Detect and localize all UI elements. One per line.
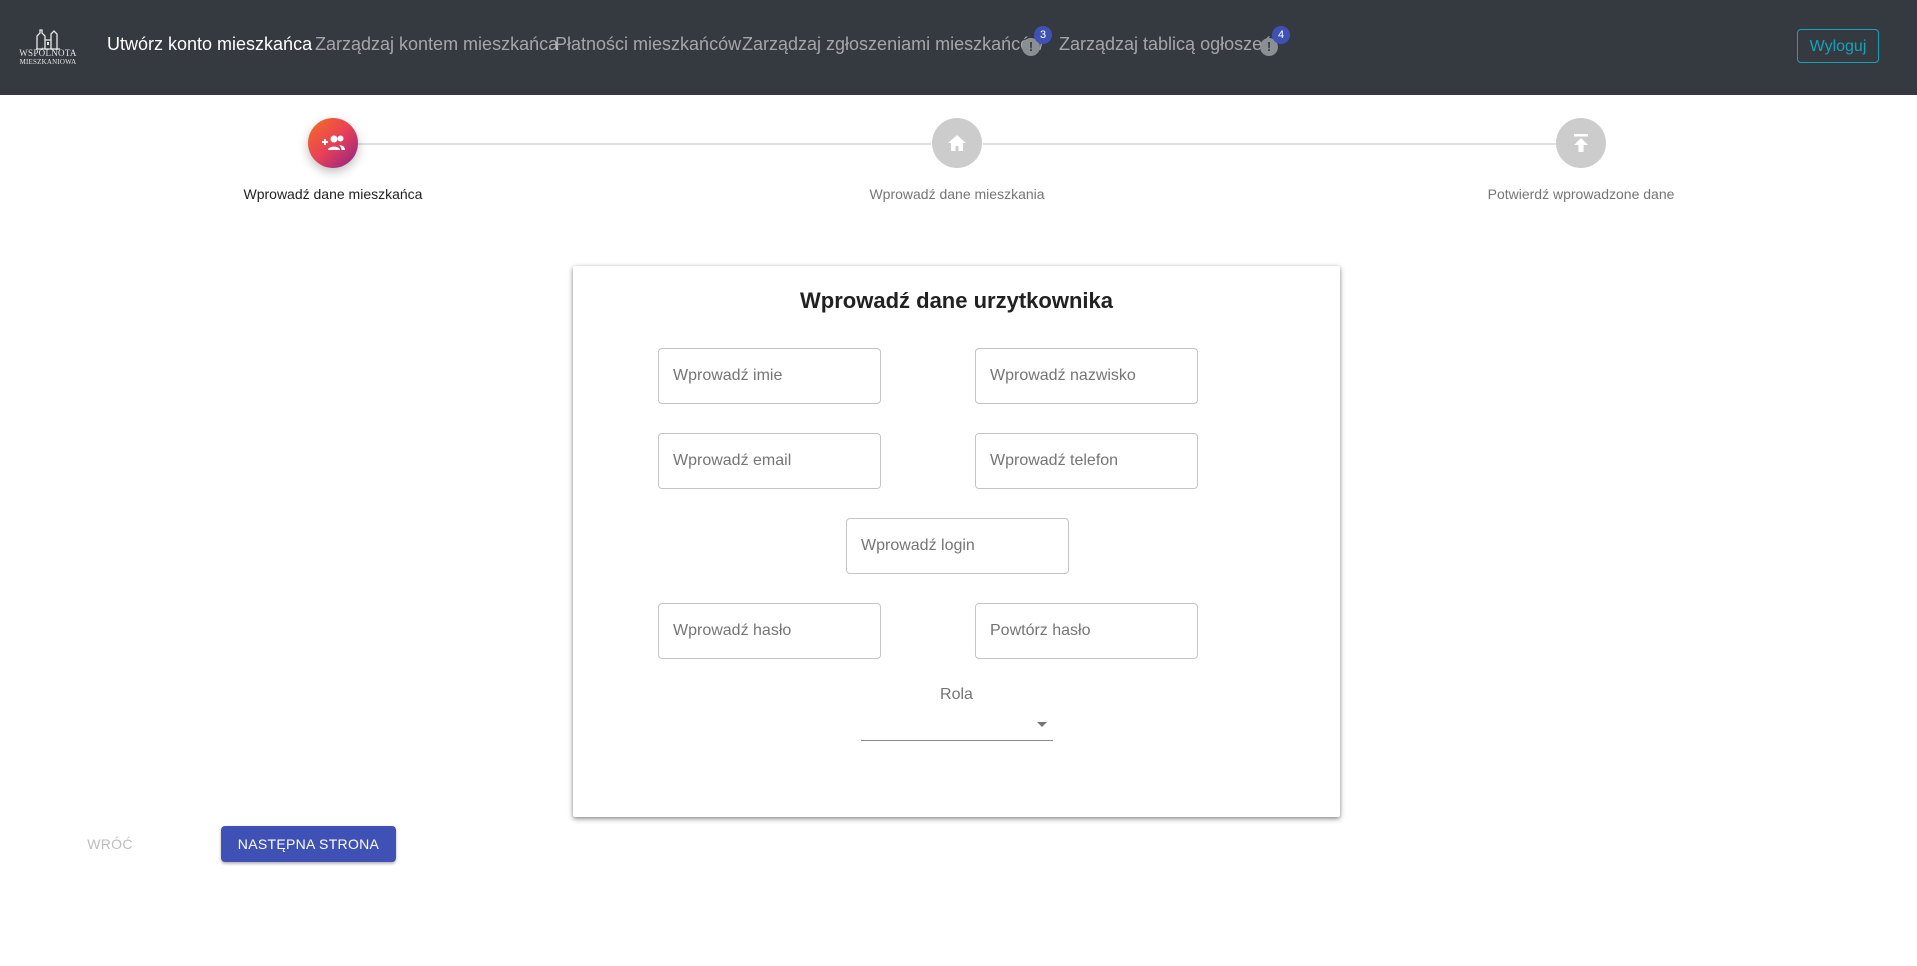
reports-count-badge: 3 [1034,26,1052,44]
logo-text-line1: WSPÓLNOTA [19,48,77,58]
role-select[interactable] [861,708,1053,741]
last-name-field[interactable] [975,348,1198,404]
dropdown-caret-icon [1037,722,1047,727]
role-select-label: Rola [940,686,973,703]
community-logo[interactable]: WSPÓLNOTA MIESZKANIOWA [16,28,80,68]
first-name-field[interactable] [658,348,881,404]
nav-link-manage-resident[interactable]: Zarządzaj kontem mieszkańca [315,32,558,56]
password-field[interactable] [658,603,881,659]
next-page-button[interactable]: NASTĘPNA STRONA [221,826,396,862]
step-1-label: Wprowadź dane mieszkańca [243,186,423,202]
nav-link-manage-reports[interactable]: Zarządzaj zgłoszeniami mieszkańców [742,32,1043,56]
login-field[interactable] [846,518,1069,574]
step-connector-2 [983,143,1556,145]
building-logo-icon [36,29,60,50]
nav-link-create-resident[interactable]: Utwórz konto mieszkańca [107,32,312,56]
back-button[interactable]: WRÓĆ [72,826,148,862]
email-field[interactable] [658,433,881,489]
step-2-circle[interactable] [932,118,982,168]
phone-field[interactable] [975,433,1198,489]
form-title: Wprowadź dane urzytkownika [800,288,1113,313]
publish-icon [1574,134,1588,152]
step-connector-1 [358,143,931,145]
logout-button[interactable]: Wyloguj [1797,29,1879,63]
logo-text-line2: MIESZKANIOWA [19,58,77,66]
home-icon [948,135,966,151]
password-repeat-field[interactable] [975,603,1198,659]
step-3-circle[interactable] [1556,118,1606,168]
step-2-label: Wprowadź dane mieszkania [869,186,1045,202]
nav-link-manage-noticeboard[interactable]: Zarządzaj tablicą ogłoszeń [1059,32,1272,56]
resident-form-card: Wprowadź dane urzytkownika Rola [573,266,1340,817]
nav-link-resident-payments[interactable]: Płatności mieszkańców [555,32,741,56]
noticeboard-count-badge: 4 [1272,26,1290,44]
step-1-circle[interactable] [308,118,358,168]
top-navbar: WSPÓLNOTA MIESZKANIOWA Utwórz konto mies… [0,0,1917,95]
step-3-label: Potwierdź wprowadzone dane [1487,186,1675,202]
group-add-icon [322,135,345,150]
